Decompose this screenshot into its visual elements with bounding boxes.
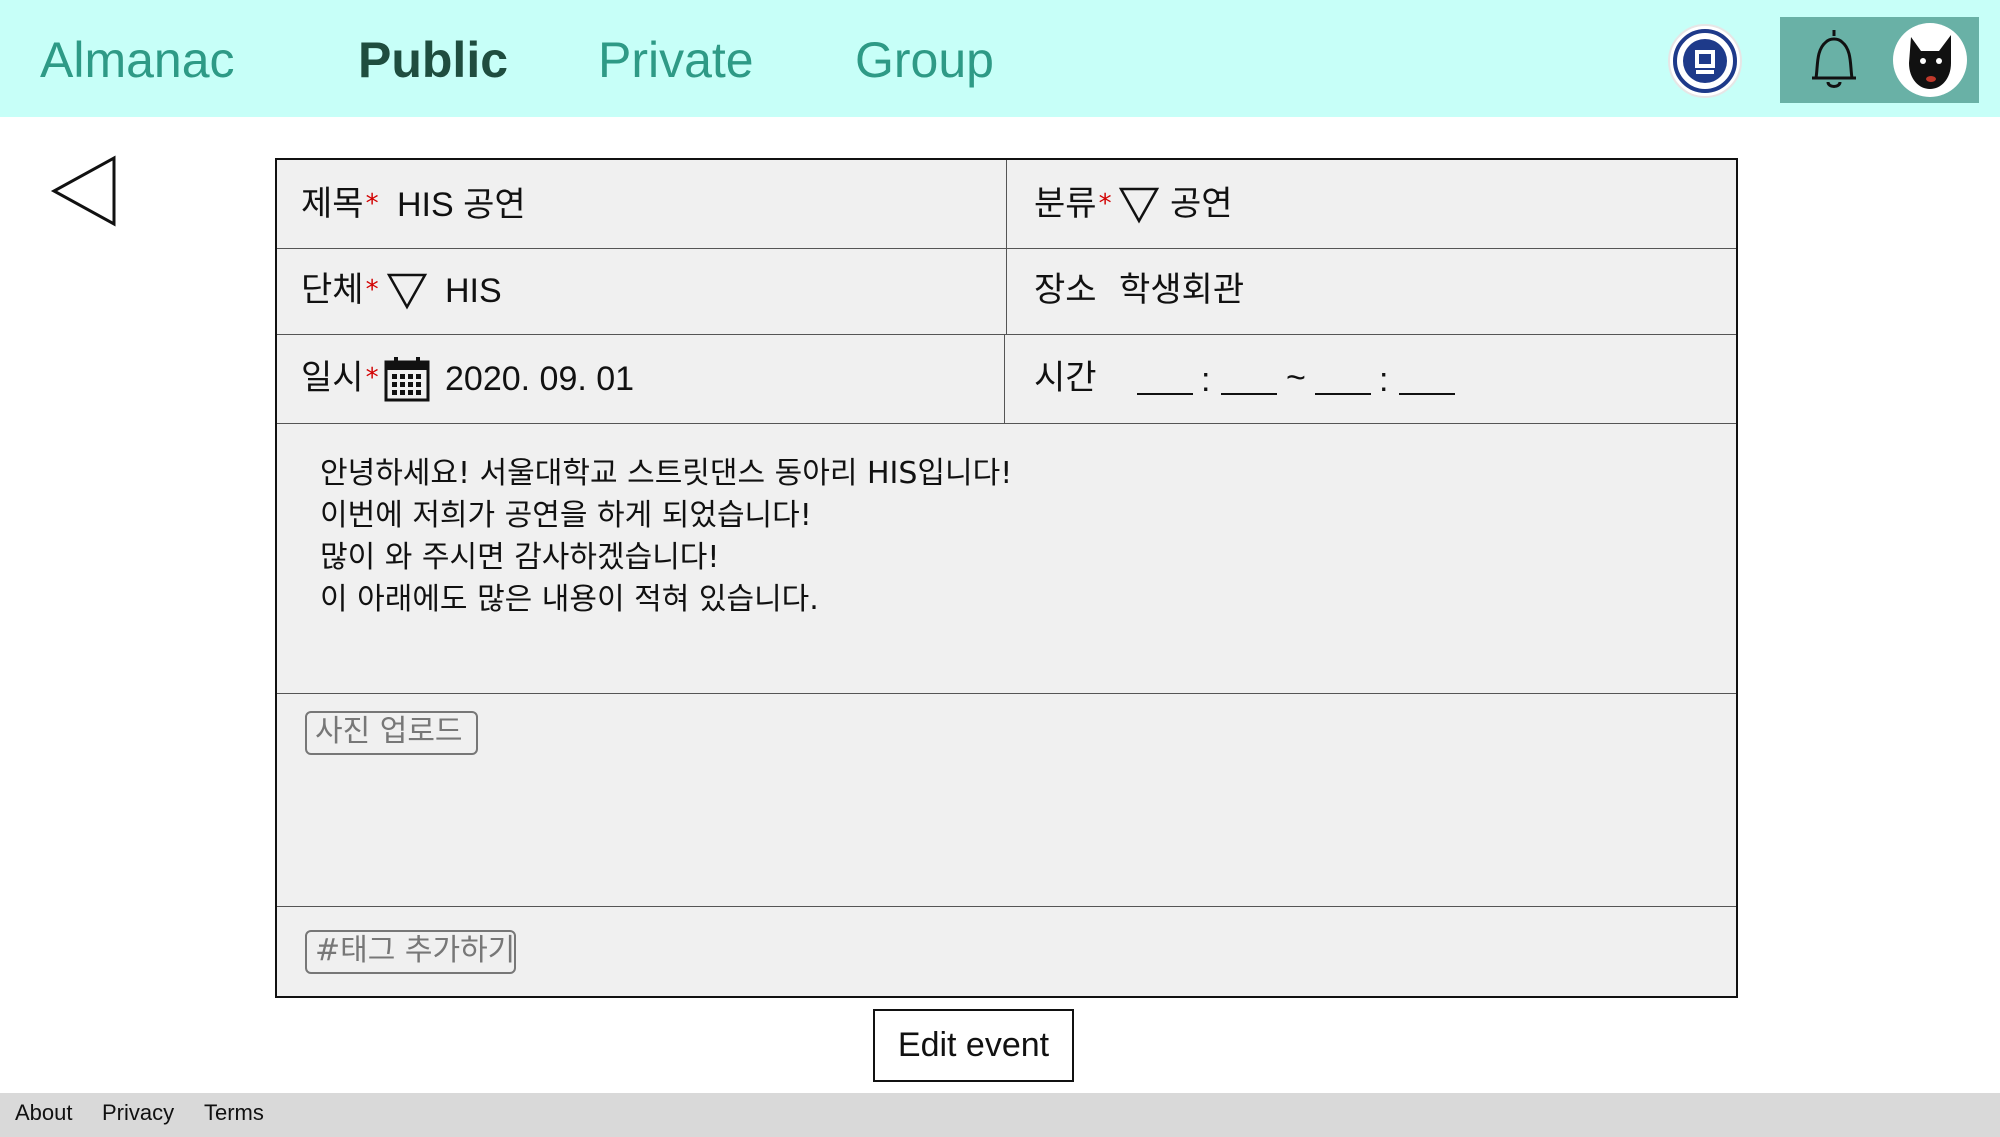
footer: About Privacy Terms [0,1093,2000,1137]
brand-logo-text[interactable]: Almanac [40,28,235,92]
end-hour-input[interactable] [1315,393,1371,395]
date-input[interactable]: 2020. 09. 01 [445,357,634,401]
tab-private[interactable]: Private [598,28,754,92]
place-input[interactable]: 학생회관 [1119,268,1244,312]
divider [1006,248,1007,334]
description-line: 이 아래에도 많은 내용이 적혀 있습니다. [320,582,819,617]
place-label: 장소 [1034,270,1097,310]
time-colon: : [1379,361,1389,399]
end-minute-input[interactable] [1399,393,1455,395]
footer-link-privacy[interactable]: Privacy [102,1100,174,1126]
divider [277,693,1736,694]
divider [277,423,1736,424]
group-label: 단체* [301,270,379,310]
divider [277,906,1736,907]
back-arrow-icon[interactable] [50,155,120,227]
start-hour-input[interactable] [1137,393,1193,395]
start-minute-input[interactable] [1221,393,1277,395]
title-label: 제목* [301,184,379,224]
time-range-tilde: ~ [1286,359,1306,397]
top-navigation-bar: Almanac Public Private Group [0,0,2000,117]
add-tag-button[interactable]: #태그 추가하기 [305,930,516,974]
category-select[interactable]: 공연 [1170,182,1233,226]
description-line: 안녕하세요! 서울대학교 스트릿댄스 동아리 HIS입니다! [320,456,1013,491]
category-dropdown-icon[interactable] [1118,186,1160,224]
footer-link-terms[interactable]: Terms [204,1100,264,1126]
photo-upload-button[interactable]: 사진 업로드 [305,711,478,755]
time-label: 시간 [1034,358,1097,398]
tab-public[interactable]: Public [358,28,508,92]
bell-icon[interactable] [1806,26,1862,94]
description-line: 많이 와 주시면 감사하겠습니다! [320,540,720,575]
tab-group[interactable]: Group [855,28,994,92]
calendar-icon[interactable] [383,355,431,403]
university-logo-icon[interactable] [1668,24,1742,98]
group-dropdown-icon[interactable] [386,272,428,310]
edit-event-button[interactable]: Edit event [873,1009,1074,1082]
divider [1006,160,1007,248]
event-form-card: 제목* HIS 공연 분류* 공연 단체* HIS 장소 학생회관 일시* 20… [275,158,1738,998]
user-avatar-icon[interactable] [1893,23,1967,97]
group-select[interactable]: HIS [445,269,502,313]
divider [1004,334,1005,423]
description-textarea[interactable]: 안녕하세요! 서울대학교 스트릿댄스 동아리 HIS입니다! 이번에 저희가 공… [320,453,1620,621]
title-input[interactable]: HIS 공연 [397,183,526,227]
footer-link-about[interactable]: About [15,1100,73,1126]
category-label: 분류* [1034,184,1112,224]
description-line: 이번에 저희가 공연을 하게 되었습니다! [320,498,812,533]
divider [277,334,1736,335]
date-label: 일시* [301,358,379,398]
time-colon: : [1201,361,1211,399]
